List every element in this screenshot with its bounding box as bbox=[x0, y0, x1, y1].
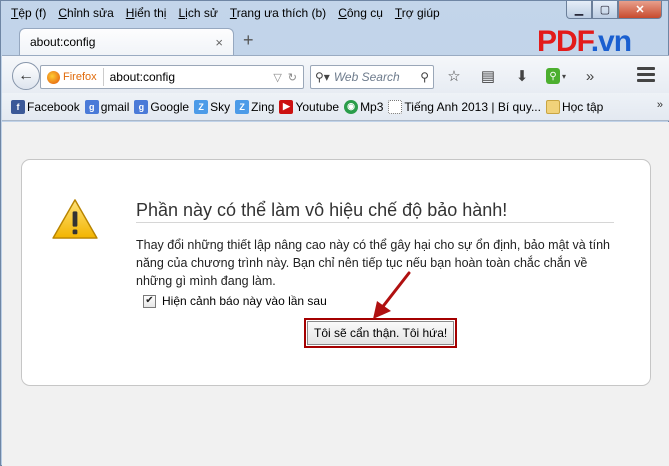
bookmark-google[interactable]: g Google bbox=[134, 99, 190, 114]
bookmark-label: Tiếng Anh 2013 | Bí quy... bbox=[404, 99, 541, 114]
overflow-chevron-icon[interactable]: » bbox=[580, 66, 600, 86]
downloads-icon[interactable]: ⬇ bbox=[512, 66, 532, 86]
search-input[interactable]: Web Search bbox=[330, 70, 420, 84]
minimize-icon: ▁ bbox=[574, 4, 584, 16]
bookmark-hoc-tap[interactable]: Học tập bbox=[545, 99, 604, 114]
bookmark-label: Học tập bbox=[561, 99, 604, 114]
identity-label: Firefox bbox=[63, 71, 97, 83]
zing-icon: Z bbox=[194, 99, 209, 114]
menu-view[interactable]: Hiển thị bbox=[120, 6, 173, 20]
logo-vn: vn bbox=[598, 25, 632, 58]
zing-icon: Z bbox=[235, 99, 250, 114]
history-dropdown-icon[interactable]: ▽ bbox=[273, 71, 281, 84]
identity-box[interactable]: Firefox bbox=[47, 68, 104, 86]
menu-edit[interactable]: Chỉnh sửa bbox=[52, 6, 119, 20]
tab-title: about:config bbox=[30, 35, 96, 49]
show-warning-option[interactable]: ✔ Hiện cảnh báo này vào lần sau bbox=[143, 294, 327, 308]
navigation-toolbar: ← Firefox about:config ▽ ↻ ⚲▾ Web Search… bbox=[2, 55, 669, 93]
mp3-icon: ◉ bbox=[344, 99, 359, 114]
bookmark-facebook[interactable]: f Facebook bbox=[11, 99, 80, 114]
maximize-button[interactable]: ▢ bbox=[592, 1, 618, 19]
browser-window: Tệp (f) Chỉnh sửa Hiển thị Lịch sử Trang… bbox=[0, 0, 669, 466]
back-arrow-icon: ← bbox=[18, 67, 34, 84]
bookmark-sky[interactable]: Z Sky bbox=[194, 99, 231, 114]
bookmarks-toolbar: f Facebook g gmail g Google Z Sky Z Zing ▶ You… bbox=[2, 93, 669, 121]
logo-dot: . bbox=[590, 25, 599, 58]
addon-icon: ⚲ bbox=[546, 68, 560, 84]
firefox-icon bbox=[47, 70, 60, 84]
menu-hamburger-icon[interactable] bbox=[637, 67, 655, 85]
bookmark-label: Zing bbox=[251, 99, 275, 114]
google-icon: g bbox=[84, 99, 99, 114]
bookmark-label: Mp3 bbox=[360, 99, 384, 114]
bookmark-zing[interactable]: Z Zing bbox=[235, 99, 275, 114]
bookmarks-menu-icon[interactable]: ▤ bbox=[478, 66, 498, 86]
folder-icon bbox=[545, 99, 560, 114]
tab-close-icon[interactable]: × bbox=[215, 35, 223, 50]
watermark-logo: PDF.vn bbox=[537, 25, 632, 59]
reload-icon[interactable]: ↻ bbox=[288, 71, 297, 84]
tab-about-config[interactable]: about:config × bbox=[19, 28, 234, 55]
close-window-button[interactable]: ✕ bbox=[618, 1, 662, 19]
url-bar[interactable]: Firefox about:config ▽ ↻ bbox=[40, 65, 304, 89]
annotation-arrow-icon bbox=[373, 271, 411, 319]
title-divider bbox=[136, 222, 614, 223]
logo-pdf: PDF bbox=[537, 25, 592, 58]
youtube-icon: ▶ bbox=[279, 99, 294, 114]
minimize-button[interactable]: ▁ bbox=[566, 1, 592, 19]
new-tab-button[interactable]: + bbox=[243, 30, 254, 51]
menu-bookmarks[interactable]: Trang ưa thích (b) bbox=[224, 6, 332, 20]
warning-icon bbox=[52, 199, 98, 239]
show-warning-checkbox[interactable]: ✔ bbox=[143, 294, 156, 308]
menu-history[interactable]: Lịch sử bbox=[172, 6, 223, 20]
warning-card: Phần này có thể làm vô hiệu chế độ bảo h… bbox=[21, 159, 651, 386]
window-controls: ▁ ▢ ✕ bbox=[566, 1, 662, 19]
url-input[interactable]: about:config bbox=[110, 70, 274, 84]
back-button[interactable]: ← bbox=[12, 62, 40, 90]
bookmark-youtube[interactable]: ▶ Youtube bbox=[279, 99, 340, 114]
search-icon[interactable]: ⚲ bbox=[420, 70, 429, 84]
bookmark-mp3[interactable]: ◉ Mp3 bbox=[344, 99, 384, 114]
menu-file[interactable]: Tệp (f) bbox=[5, 6, 52, 20]
warning-title: Phần này có thể làm vô hiệu chế độ bảo h… bbox=[136, 200, 508, 220]
menu-bar: Tệp (f) Chỉnh sửa Hiển thị Lịch sử Trang… bbox=[5, 3, 446, 23]
search-engine-icon[interactable]: ⚲▾ bbox=[315, 70, 330, 84]
bookmark-tieng-anh[interactable]: Tiếng Anh 2013 | Bí quy... bbox=[388, 99, 541, 114]
highlight-box: Tôi sẽ cẩn thận. Tôi hứa! bbox=[304, 318, 458, 348]
confirm-button[interactable]: Tôi sẽ cẩn thận. Tôi hứa! bbox=[307, 321, 455, 345]
bookmarks-overflow-icon[interactable]: » bbox=[657, 99, 663, 111]
show-warning-label: Hiện cảnh báo này vào lần sau bbox=[162, 294, 327, 308]
bookmark-label: gmail bbox=[100, 99, 130, 114]
bookmark-label: Youtube bbox=[295, 99, 340, 114]
maximize-icon: ▢ bbox=[599, 4, 611, 16]
search-bar[interactable]: ⚲▾ Web Search ⚲ bbox=[310, 65, 434, 89]
page-content: Phần này có thể làm vô hiệu chế độ bảo h… bbox=[2, 122, 669, 466]
menu-help[interactable]: Trợ giúp bbox=[389, 6, 446, 20]
bookmark-star-icon[interactable]: ☆ bbox=[444, 66, 464, 86]
bookmark-gmail[interactable]: g gmail bbox=[84, 99, 130, 114]
addon-button[interactable]: ⚲ ▾ bbox=[546, 66, 566, 86]
facebook-icon: f bbox=[11, 99, 25, 114]
bookmark-label: Google bbox=[150, 99, 190, 114]
bookmark-label: Facebook bbox=[27, 99, 80, 114]
google-icon: g bbox=[134, 99, 149, 114]
bookmark-label: Sky bbox=[210, 99, 231, 114]
menu-tools[interactable]: Công cụ bbox=[332, 6, 389, 20]
page-icon bbox=[388, 99, 403, 114]
close-icon: ✕ bbox=[635, 4, 645, 16]
